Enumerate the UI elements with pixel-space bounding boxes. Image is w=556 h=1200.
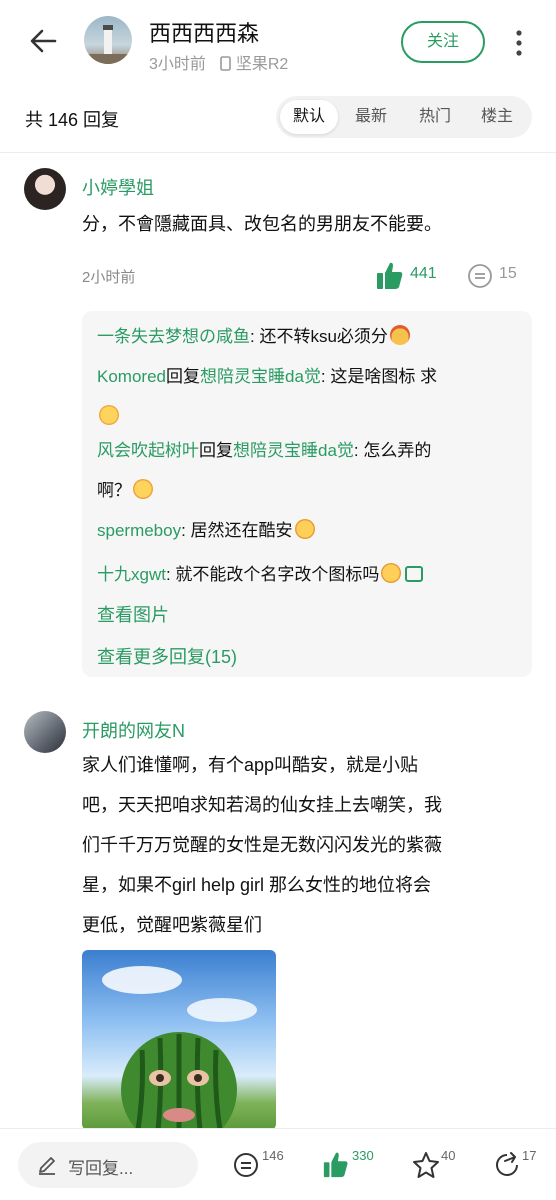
reply-target[interactable]: 想陪灵宝睡da觉: [233, 441, 354, 460]
subreply[interactable]: 风会吹起树叶回复想陪灵宝睡da觉: 怎么弄的啊？: [97, 431, 517, 511]
subreply-user[interactable]: 十九xgwt: [97, 565, 166, 584]
comment-count: 146: [262, 1148, 284, 1163]
sort-tabs: 默认 最新 热门 楼主: [276, 96, 532, 138]
reply-word: 回复: [199, 441, 233, 460]
bottom-action-bar: 写回复... 146 330 40 17: [0, 1128, 556, 1200]
divider: [0, 152, 556, 153]
subreply[interactable]: 十九xgwt: 就不能改个名字改个图标吗: [97, 555, 517, 595]
pen-icon: [39, 1157, 55, 1175]
subreply[interactable]: Komored回复想陪灵宝睡da觉: 这是啥图标 求: [97, 357, 517, 437]
tab-latest[interactable]: 最新: [342, 100, 400, 134]
thumbs-up-icon[interactable]: [322, 1151, 350, 1179]
comment-icon[interactable]: [232, 1151, 260, 1179]
subreply-text-continued: 啊？: [97, 481, 131, 500]
device-info: 坚果R2: [220, 56, 288, 73]
write-reply-input[interactable]: 写回复...: [18, 1142, 198, 1188]
tab-default[interactable]: 默认: [280, 100, 338, 134]
subreply-text: : 还不转ksu必须分: [250, 327, 388, 346]
sunglasses-emoji-icon: [294, 519, 315, 539]
comment-text-line: 更低，觉醒吧紫薇星们: [82, 915, 262, 935]
share-icon[interactable]: [493, 1151, 521, 1179]
lighthouse-icon: [84, 25, 132, 64]
crying-emoji-icon: [99, 405, 119, 425]
comment-text-line: 们千千万万觉醒的女性是无数闪闪发光的紫薇: [82, 835, 442, 855]
subreply-user[interactable]: 风会吹起树叶: [97, 441, 199, 460]
post-meta: 3小时前 坚果R2: [149, 50, 288, 74]
thumbs-up-icon[interactable]: [376, 261, 404, 291]
shocked-emoji-icon: [133, 479, 153, 499]
device-name: 坚果R2: [235, 56, 289, 73]
view-image-link[interactable]: 查看图片: [97, 601, 169, 627]
comment-time: 2小时前: [82, 269, 136, 286]
view-more-replies-link[interactable]: 查看更多回复(15): [97, 643, 237, 669]
comment-text-line: 星，如果不girl help girl 那么女性的地位将会: [82, 875, 432, 895]
write-reply-placeholder: 写回复...: [68, 1159, 134, 1178]
avatar[interactable]: [24, 711, 66, 753]
star-icon[interactable]: [412, 1151, 440, 1179]
subreply[interactable]: 一条失去梦想の咸鱼: 还不转ksu必须分: [97, 317, 517, 357]
follow-button[interactable]: 关注: [401, 21, 485, 63]
like-count: 441: [410, 265, 437, 282]
avatar[interactable]: [24, 168, 66, 210]
share-count: 17: [522, 1148, 537, 1163]
subreply-box: 一条失去梦想の咸鱼: 还不转ksu必须分 Komored回复想陪灵宝睡da觉: …: [82, 311, 532, 677]
reply-header: 共 146 回复 默认 最新 热门 楼主: [0, 96, 556, 140]
subreply-text: : 怎么弄的: [353, 441, 432, 460]
reply-target[interactable]: 想陪灵宝睡da觉: [200, 367, 321, 386]
subreply-user[interactable]: Komored: [97, 367, 166, 386]
sunglasses-emoji-icon: [381, 563, 402, 583]
like-count: 330: [352, 1148, 374, 1163]
back-arrow-icon[interactable]: [28, 26, 58, 56]
favorite-count: 40: [441, 1148, 456, 1163]
author-name[interactable]: 西西西西森: [149, 16, 259, 48]
subreply-user[interactable]: spermeboy: [97, 521, 181, 540]
more-options-icon[interactable]: [510, 28, 528, 58]
reply-count: 共 146 回复: [25, 110, 120, 130]
subreply-text: : 这是啥图标 求: [320, 367, 438, 386]
reply-count: 15: [499, 265, 517, 282]
watermelon-face-image: [102, 966, 257, 1130]
author-avatar[interactable]: [84, 16, 132, 64]
top-bar: 西西西西森 3小时前 坚果R2 关注: [0, 0, 556, 84]
reply-bubble-icon[interactable]: [467, 263, 493, 289]
tab-hot[interactable]: 热门: [406, 100, 464, 134]
subreply-text: : 居然还在酷安: [181, 521, 293, 540]
image-icon[interactable]: [405, 566, 424, 582]
post-time: 3小时前: [149, 56, 206, 73]
comment-username[interactable]: 小婷學姐: [82, 174, 154, 200]
subreply-text: : 就不能改个名字改个图标吗: [165, 565, 380, 584]
tab-op[interactable]: 楼主: [468, 100, 526, 134]
reply-word: 回复: [165, 367, 200, 386]
comment-text: 分，不會隱藏面具、改包名的男朋友不能要。: [82, 214, 442, 234]
subreply[interactable]: spermeboy: 居然还在酷安: [97, 511, 517, 551]
comment-text-line: 家人们谁懂啊，有个app叫酷安，就是小贴: [82, 755, 419, 775]
comment-username[interactable]: 开朗的网友N: [82, 717, 185, 743]
phone-icon: [220, 56, 232, 71]
angry-emoji-icon: [389, 325, 410, 345]
comment-text-line: 吧，天天把咱求知若渴的仙女挂上去嘲笑，我: [82, 795, 442, 815]
comment-image[interactable]: [82, 950, 276, 1130]
subreply-user[interactable]: 一条失去梦想の咸鱼: [97, 327, 250, 346]
